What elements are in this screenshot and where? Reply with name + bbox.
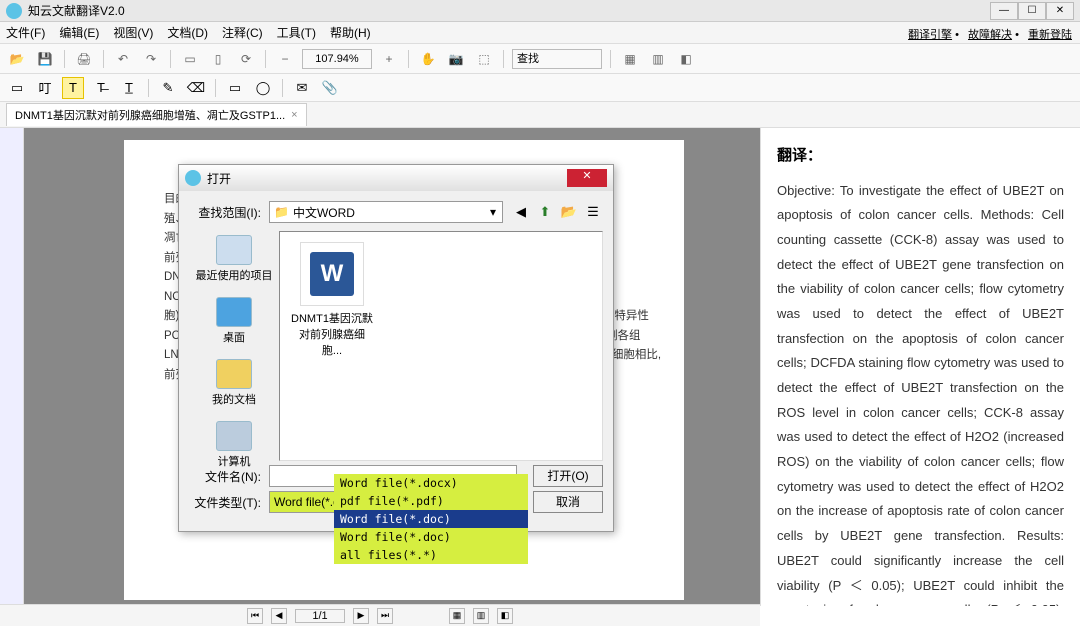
snapshot-icon[interactable]: 📷 (445, 48, 467, 70)
cancel-button[interactable]: 取消 (533, 491, 603, 513)
sidebar-computer[interactable]: 计算机 (216, 421, 252, 469)
translation-heading: 翻译： (777, 142, 1064, 171)
menu-edit[interactable]: 编辑(E) (59, 24, 99, 41)
sidebar-recent[interactable]: 最近使用的项目 (196, 235, 273, 283)
dialog-title: 打开 (207, 170, 567, 187)
first-page-icon[interactable]: ⏮ (247, 608, 263, 624)
dialog-sidebar: 最近使用的项目 桌面 我的文档 计算机 (189, 231, 279, 461)
scope-label: 查找范围(I): (189, 204, 261, 221)
zoom-out-icon[interactable]: − (274, 48, 296, 70)
tool-text-select[interactable]: ▭ (6, 77, 28, 99)
prev-page-icon[interactable]: ◀ (271, 608, 287, 624)
viewmode-icon[interactable]: ☰ (583, 202, 603, 222)
tool-shape1[interactable]: ▭ (224, 77, 246, 99)
fit-width-icon[interactable]: ▯ (207, 48, 229, 70)
menu-tools[interactable]: 工具(T) (277, 24, 316, 41)
print-icon[interactable]: 🖨 (73, 48, 95, 70)
filetype-option[interactable]: pdf file(*.pdf) (334, 492, 528, 510)
app-title: 知云文献翻译V2.0 (28, 2, 990, 19)
last-page-icon[interactable]: ⏭ (377, 608, 393, 624)
dialog-titlebar[interactable]: 打开 ✕ (179, 165, 613, 191)
tool-attach[interactable]: 📎 (319, 77, 341, 99)
view-mode3-icon[interactable]: ◧ (497, 608, 513, 624)
close-button[interactable]: ✕ (1046, 2, 1074, 20)
up-icon[interactable]: ⬆ (535, 202, 555, 222)
link-relogin[interactable]: 重新登陆 (1028, 29, 1072, 41)
main-toolbar: 📂 💾 🖨 ↶ ↷ ▭ ▯ ⟳ − 107.94% + ✋ 📷 ⬚ 查找 ▦ ▥… (0, 44, 1080, 74)
undo-icon[interactable]: ↶ (112, 48, 134, 70)
tab-close-icon[interactable]: × (291, 109, 297, 121)
minimize-button[interactable]: — (990, 2, 1018, 20)
scope-value: 中文WORD (293, 204, 355, 221)
filetype-label: 文件类型(T): (189, 494, 261, 511)
page-indicator[interactable]: 1/1 (295, 609, 345, 623)
translation-body: Objective: To investigate the effect of … (777, 179, 1064, 607)
view-mode1-icon[interactable]: ▦ (449, 608, 465, 624)
tool-eraser[interactable]: ⌫ (185, 77, 207, 99)
menu-help[interactable]: 帮助(H) (330, 24, 371, 41)
redo-icon[interactable]: ↷ (140, 48, 162, 70)
tool-shape2[interactable]: ◯ (252, 77, 274, 99)
select-icon[interactable]: ⬚ (473, 48, 495, 70)
translation-panel: 翻译： Objective: To investigate the effect… (760, 128, 1080, 606)
page3-icon[interactable]: ◧ (675, 48, 697, 70)
fit-page-icon[interactable]: ▭ (179, 48, 201, 70)
filetype-option[interactable]: Word file(*.doc) (334, 510, 528, 528)
annotation-toolbar: ▭ 叮 T T̶ T̲ ✎ ⌫ ▭ ◯ ✉ 📎 (0, 74, 1080, 102)
tool-text1[interactable]: 叮 (34, 77, 56, 99)
tool-pencil[interactable]: ✎ (157, 77, 179, 99)
scope-select[interactable]: 📁 中文WORD (269, 201, 503, 223)
newfolder-icon[interactable]: 📂 (559, 202, 579, 222)
tool-stamp[interactable]: ✉ (291, 77, 313, 99)
dialog-icon (185, 170, 201, 186)
dialog-close-button[interactable]: ✕ (567, 169, 607, 187)
title-bar: 知云文献翻译V2.0 — ☐ ✕ (0, 0, 1080, 22)
sidebar-desktop[interactable]: 桌面 (216, 297, 252, 345)
tool-strike[interactable]: T̶ (90, 77, 112, 99)
file-name: DNMT1基因沉默对前列腺癌细胞... (291, 313, 373, 357)
filetype-option[interactable]: all files(*.*) (334, 546, 528, 564)
maximize-button[interactable]: ☐ (1018, 2, 1046, 20)
app-icon (6, 3, 22, 19)
filetype-dropdown: Word file(*.docx) pdf file(*.pdf) Word f… (334, 474, 528, 564)
word-icon: W (310, 252, 354, 296)
link-engine[interactable]: 翻译引擎 (908, 29, 952, 41)
next-page-icon[interactable]: ▶ (353, 608, 369, 624)
hand-icon[interactable]: ✋ (417, 48, 439, 70)
page-icon[interactable]: ▦ (619, 48, 641, 70)
right-links: 翻译引擎 • 故障解决 • 重新登陆 (902, 26, 1072, 42)
menu-document[interactable]: 文档(D) (167, 24, 208, 41)
menu-view[interactable]: 视图(V) (113, 24, 153, 41)
open-button[interactable]: 打开(O) (533, 465, 603, 487)
link-problems[interactable]: 故障解决 (968, 29, 1012, 41)
rotate-icon[interactable]: ⟳ (235, 48, 257, 70)
document-tabs: DNMT1基因沉默对前列腺癌细胞增殖、凋亡及GSTP1... × (0, 102, 1080, 128)
filename-label: 文件名(N): (189, 468, 261, 485)
file-list[interactable]: W DNMT1基因沉默对前列腺癌细胞... (279, 231, 603, 461)
zoom-level[interactable]: 107.94% (302, 49, 372, 69)
left-sidebar[interactable] (0, 128, 24, 606)
file-item[interactable]: W DNMT1基因沉默对前列腺癌细胞... (290, 242, 374, 358)
filetype-option[interactable]: Word file(*.doc) (334, 528, 528, 546)
menu-comment[interactable]: 注释(C) (222, 24, 263, 41)
open-icon[interactable]: 📂 (6, 48, 28, 70)
tab-title: DNMT1基因沉默对前列腺癌细胞增殖、凋亡及GSTP1... (15, 107, 285, 123)
filetype-option[interactable]: Word file(*.docx) (334, 474, 528, 492)
status-bar: ⏮ ◀ 1/1 ▶ ⏭ ▦ ▥ ◧ (0, 604, 760, 626)
view-mode2-icon[interactable]: ▥ (473, 608, 489, 624)
tool-highlight[interactable]: T (62, 77, 84, 99)
menu-file[interactable]: 文件(F) (6, 24, 45, 41)
folder-icon: 📁 (274, 205, 289, 219)
back-icon[interactable]: ◀ (511, 202, 531, 222)
tab-document[interactable]: DNMT1基因沉默对前列腺癌细胞增殖、凋亡及GSTP1... × (6, 103, 307, 126)
page2-icon[interactable]: ▥ (647, 48, 669, 70)
find-input[interactable]: 查找 (512, 49, 602, 69)
tool-underline[interactable]: T̲ (118, 77, 140, 99)
sidebar-mydocs[interactable]: 我的文档 (212, 359, 256, 407)
zoom-in-icon[interactable]: + (378, 48, 400, 70)
save-icon[interactable]: 💾 (34, 48, 56, 70)
